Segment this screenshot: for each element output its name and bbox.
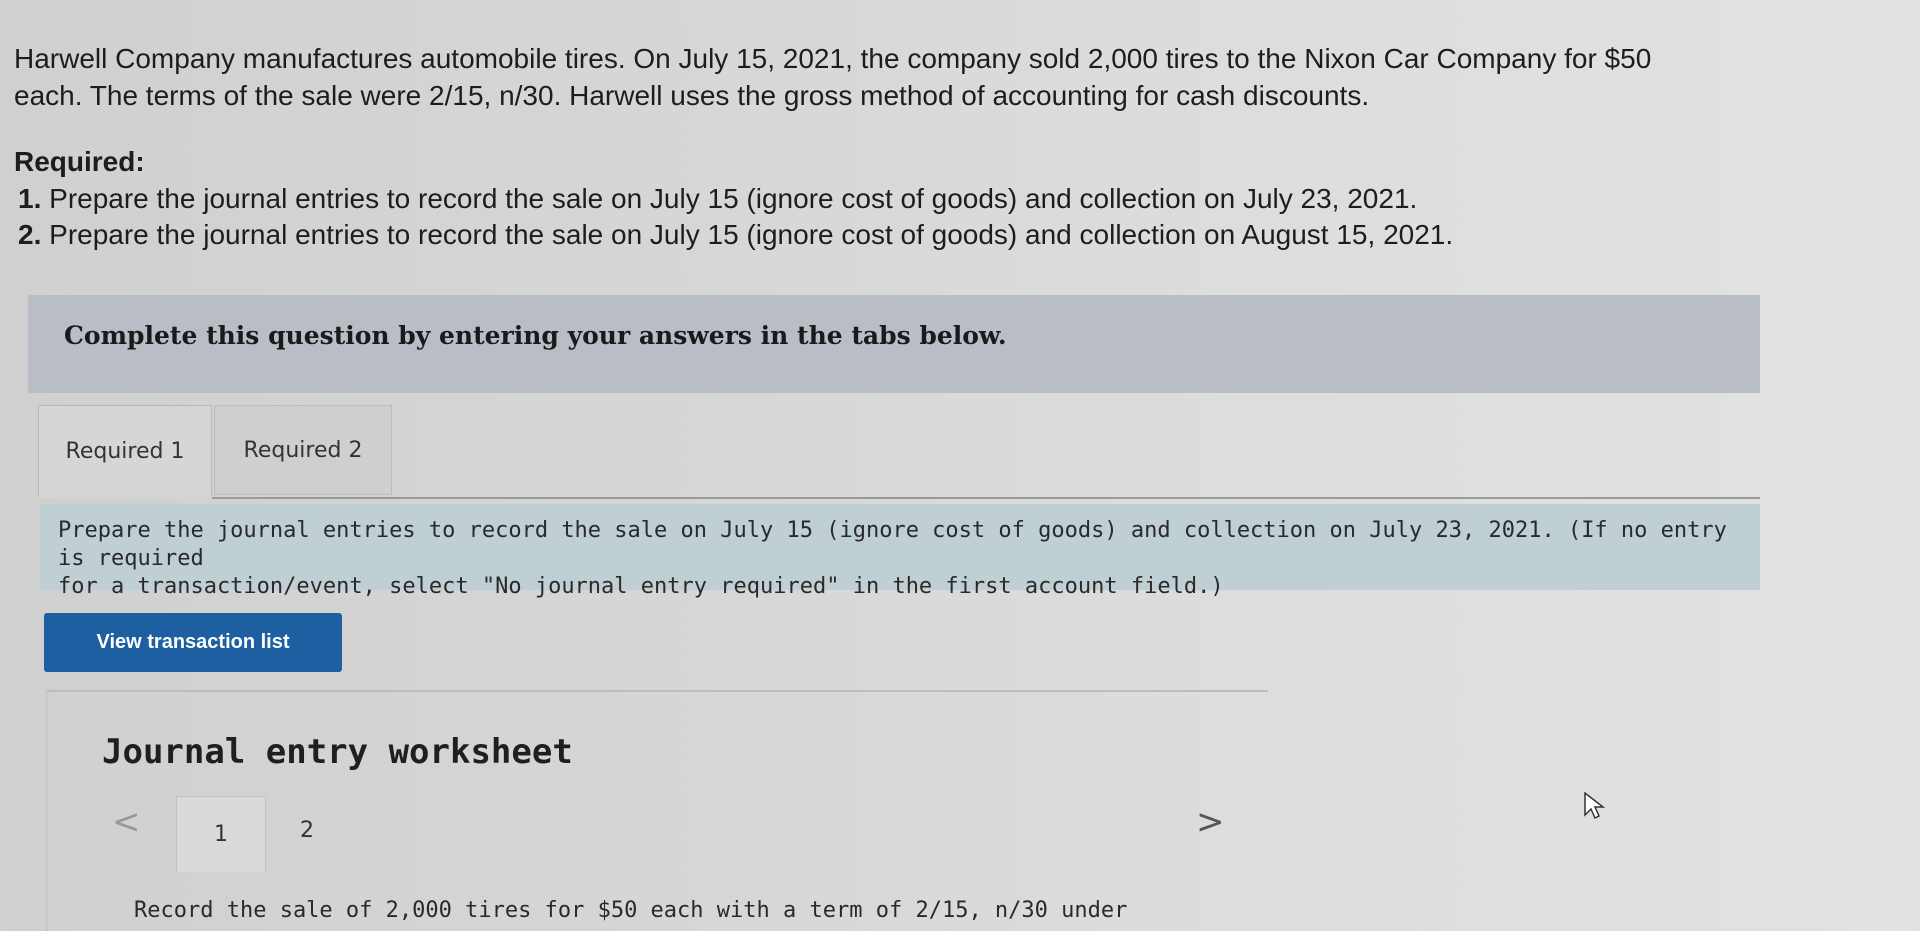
chevron-left-icon[interactable]: < xyxy=(112,802,141,842)
mouse-pointer-icon xyxy=(1583,791,1607,825)
worksheet-page-1[interactable]: 1 xyxy=(176,796,266,872)
required-item-1-number: 1. xyxy=(18,183,42,214)
tab-divider xyxy=(212,497,1760,499)
view-transaction-list-button[interactable]: View transaction list xyxy=(44,613,342,672)
required-item-2-text: Prepare the journal entries to record th… xyxy=(41,219,1454,250)
instructions-line-2: for a transaction/event, select "No jour… xyxy=(58,574,1224,599)
problem-line-1: Harwell Company manufactures automobile … xyxy=(14,43,1652,74)
tab-required-1[interactable]: Required 1 xyxy=(38,405,212,497)
worksheet-page-2[interactable]: 2 xyxy=(300,818,314,843)
required-item-1-text: Prepare the journal entries to record th… xyxy=(41,183,1418,214)
banner-text: Complete this question by entering your … xyxy=(64,321,1007,350)
required-heading: Required: xyxy=(14,146,145,177)
journal-entry-worksheet: Journal entry worksheet < 1 2 > Record t… xyxy=(46,690,1268,931)
instructions-line-1: Prepare the journal entries to record th… xyxy=(58,518,1727,571)
problem-statement: Harwell Company manufactures automobile … xyxy=(14,40,1894,114)
required-list: 1. Prepare the journal entries to record… xyxy=(18,181,1453,253)
tab-required-2[interactable]: Required 2 xyxy=(214,405,392,495)
worksheet-record-text: Record the sale of 2,000 tires for $50 e… xyxy=(134,898,1128,923)
worksheet-title: Journal entry worksheet xyxy=(102,732,573,772)
required-item-2: 2. Prepare the journal entries to record… xyxy=(18,217,1453,253)
problem-line-2: each. The terms of the sale were 2/15, n… xyxy=(14,80,1370,111)
required-item-1: 1. Prepare the journal entries to record… xyxy=(18,181,1453,217)
required-item-2-number: 2. xyxy=(18,219,42,250)
chevron-right-icon[interactable]: > xyxy=(1196,802,1225,842)
instructions-box: Prepare the journal entries to record th… xyxy=(40,504,1760,599)
instruction-banner: Complete this question by entering your … xyxy=(28,295,1760,393)
